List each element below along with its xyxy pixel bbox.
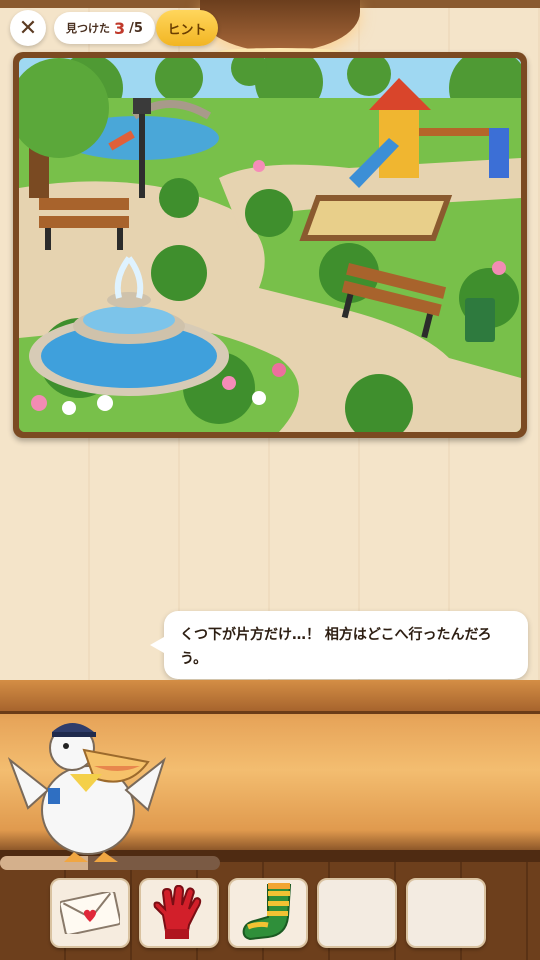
found-label: 見つけた xyxy=(66,22,110,35)
park-scene-art xyxy=(19,58,521,432)
found-total: /5 xyxy=(129,20,143,36)
park-scene[interactable] xyxy=(19,58,521,432)
shelf-lip xyxy=(0,680,540,714)
inventory-slot-empty[interactable] xyxy=(317,878,397,948)
found-count: 3 xyxy=(114,18,126,38)
inventory-slot-glove[interactable] xyxy=(139,878,219,948)
hint-button[interactable]: ヒント xyxy=(156,10,218,46)
found-counter: 見つけた 3 /5 xyxy=(54,12,155,44)
dialogue-bubble: くつ下が片方だけ…！ 相方はどこへ行ったんだろう。 xyxy=(150,611,528,679)
striped-sock-icon xyxy=(242,883,292,941)
inventory-slot-empty[interactable] xyxy=(406,878,486,948)
hint-label: ヒント xyxy=(167,22,207,38)
inventory-slot-envelope[interactable] xyxy=(50,878,130,948)
dialogue-text: くつ下が片方だけ…！ 相方はどこへ行ったんだろう。 xyxy=(180,627,492,667)
scene-frame xyxy=(13,52,527,438)
envelope-icon xyxy=(60,892,120,934)
close-icon: ✕ xyxy=(18,15,38,41)
pelican-mascot xyxy=(7,710,168,870)
inventory-bar xyxy=(50,878,486,948)
close-button[interactable]: ✕ xyxy=(10,10,46,46)
red-glove-icon xyxy=(153,885,202,939)
inventory-slot-sock[interactable] xyxy=(228,878,308,948)
